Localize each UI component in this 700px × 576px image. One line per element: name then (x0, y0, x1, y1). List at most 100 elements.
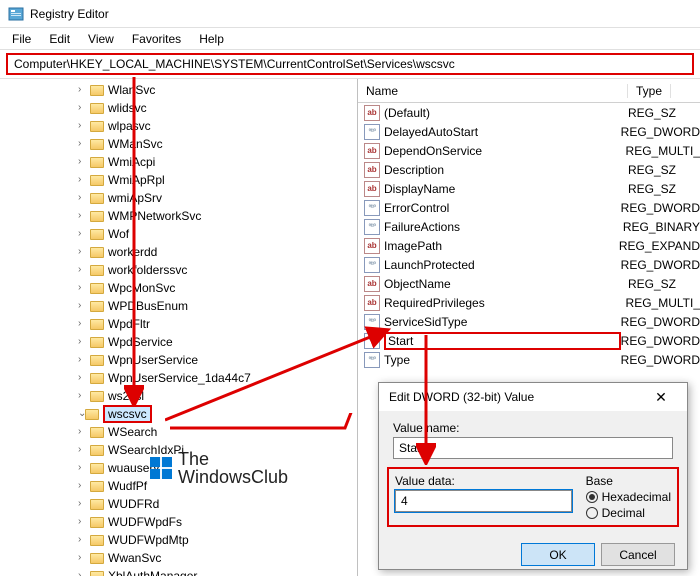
tree-item-label: WPDBusEnum (108, 299, 188, 313)
tree-item[interactable]: WwanSvc (0, 549, 357, 567)
folder-icon (90, 211, 104, 222)
value-type: REG_SZ (628, 182, 676, 196)
edit-dword-dialog: Edit DWORD (32-bit) Value ✕ Value name: … (378, 382, 688, 570)
tree-item[interactable]: WPDBusEnum (0, 297, 357, 315)
value-row[interactable]: TypeREG_DWORD (358, 350, 700, 369)
tree-item[interactable]: workfolderssvc (0, 261, 357, 279)
ok-button[interactable]: OK (521, 543, 595, 566)
value-row[interactable]: ServiceSidTypeREG_DWORD (358, 312, 700, 331)
value-name-label: Value name: (393, 421, 673, 435)
tree-item[interactable]: wscsvc (0, 405, 357, 423)
value-name: (Default) (384, 106, 628, 120)
value-row[interactable]: DescriptionREG_SZ (358, 160, 700, 179)
value-row[interactable]: DependOnServiceREG_MULTI_ (358, 141, 700, 160)
tree-panel[interactable]: WlanSvc wlidsvc wlpasvcWManSvcWmiAcpi WmiAp… (0, 79, 358, 576)
tree-item[interactable]: WSearch (0, 423, 357, 441)
tree-item[interactable]: wmiApSrv (0, 189, 357, 207)
tree-item[interactable]: WlanSvc (0, 81, 357, 99)
value-row[interactable]: ObjectNameREG_SZ (358, 274, 700, 293)
folder-icon (90, 427, 104, 438)
tree-item-label: wscsvc (103, 405, 152, 423)
tree-item[interactable]: ws2ifsl (0, 387, 357, 405)
value-type: REG_MULTI_ (626, 144, 700, 158)
radio-decimal[interactable]: Decimal (586, 506, 671, 520)
value-row[interactable]: (Default)REG_SZ (358, 103, 700, 122)
value-type: REG_EXPAND (619, 239, 700, 253)
folder-icon (90, 157, 104, 168)
string-value-icon (364, 238, 380, 254)
binary-value-icon (364, 333, 380, 349)
tree-item-label: workfolderssvc (108, 263, 187, 277)
menu-file[interactable]: File (4, 30, 39, 48)
tree-item[interactable]: WpdFltr (0, 315, 357, 333)
cancel-button[interactable]: Cancel (601, 543, 675, 566)
value-type: REG_DWORD (621, 353, 700, 367)
binary-value-icon (364, 257, 380, 273)
watermark: TheWindowsClub (150, 450, 288, 486)
value-row[interactable]: DisplayNameREG_SZ (358, 179, 700, 198)
value-row[interactable]: RequiredPrivilegesREG_MULTI_ (358, 293, 700, 312)
tree-item[interactable]: WUDFWpdFs (0, 513, 357, 531)
menu-favorites[interactable]: Favorites (124, 30, 189, 48)
regedit-icon (8, 6, 24, 22)
tree-item-label: wlidsvc (108, 101, 147, 115)
tree-item[interactable]: WpdService (0, 333, 357, 351)
tree-item[interactable]: WMPNetworkSvc (0, 207, 357, 225)
value-row[interactable]: StartREG_DWORD (358, 331, 700, 350)
tree-item[interactable]: WpnUserService (0, 351, 357, 369)
folder-icon (90, 319, 104, 330)
address-input[interactable] (6, 53, 694, 75)
folder-icon (90, 355, 104, 366)
menu-help[interactable]: Help (191, 30, 232, 48)
folder-icon (85, 409, 99, 420)
values-header: Name Type (358, 79, 700, 103)
radio-dot-icon (586, 507, 598, 519)
value-data-input[interactable] (395, 490, 572, 512)
tree-item[interactable]: workerdd (0, 243, 357, 261)
string-value-icon (364, 162, 380, 178)
menu-bar: File Edit View Favorites Help (0, 28, 700, 50)
value-row[interactable]: ErrorControlREG_DWORD (358, 198, 700, 217)
folder-icon (90, 301, 104, 312)
tree-item[interactable]: WmiApRpl (0, 171, 357, 189)
string-value-icon (364, 105, 380, 121)
close-icon[interactable]: ✕ (645, 389, 677, 406)
tree-item[interactable]: wlidsvc (0, 99, 357, 117)
value-type: REG_BINARY (623, 220, 700, 234)
address-bar (0, 50, 700, 79)
binary-value-icon (364, 200, 380, 216)
folder-icon (90, 553, 104, 564)
folder-icon (90, 463, 104, 474)
tree-item-label: WpnUserService_1da44c7 (108, 371, 251, 385)
tree-item[interactable]: WUDFRd (0, 495, 357, 513)
menu-view[interactable]: View (80, 30, 122, 48)
column-name[interactable]: Name (358, 84, 628, 98)
tree-item[interactable]: WpcMonSvc (0, 279, 357, 297)
tree-item-label: WpdFltr (108, 317, 150, 331)
folder-icon (90, 103, 104, 114)
binary-value-icon (364, 352, 380, 368)
tree-item-label: WmiApRpl (108, 173, 165, 187)
menu-edit[interactable]: Edit (41, 30, 78, 48)
tree-item-label: Wof (108, 227, 129, 241)
value-name: LaunchProtected (384, 258, 621, 272)
tree-item-label: ws2ifsl (108, 389, 144, 403)
column-type[interactable]: Type (628, 84, 671, 98)
value-name-input[interactable] (393, 437, 673, 459)
value-row[interactable]: ImagePathREG_EXPAND (358, 236, 700, 255)
value-row[interactable]: LaunchProtectedREG_DWORD (358, 255, 700, 274)
tree-item[interactable]: WUDFWpdMtp (0, 531, 357, 549)
tree-item[interactable]: wlpasvc (0, 117, 357, 135)
tree-item-label: WMPNetworkSvc (108, 209, 201, 223)
value-type: REG_SZ (628, 277, 676, 291)
tree-item[interactable]: WpnUserService_1da44c7 (0, 369, 357, 387)
radio-hexadecimal[interactable]: Hexadecimal (586, 490, 671, 504)
value-name: DelayedAutoStart (384, 125, 621, 139)
string-value-icon (364, 143, 380, 159)
tree-item[interactable]: WmiAcpi (0, 153, 357, 171)
tree-item-label: wmiApSrv (108, 191, 162, 205)
tree-item[interactable]: Wof (0, 225, 357, 243)
value-row[interactable]: FailureActionsREG_BINARY (358, 217, 700, 236)
value-row[interactable]: DelayedAutoStartREG_DWORD (358, 122, 700, 141)
tree-item[interactable]: WManSvc (0, 135, 357, 153)
